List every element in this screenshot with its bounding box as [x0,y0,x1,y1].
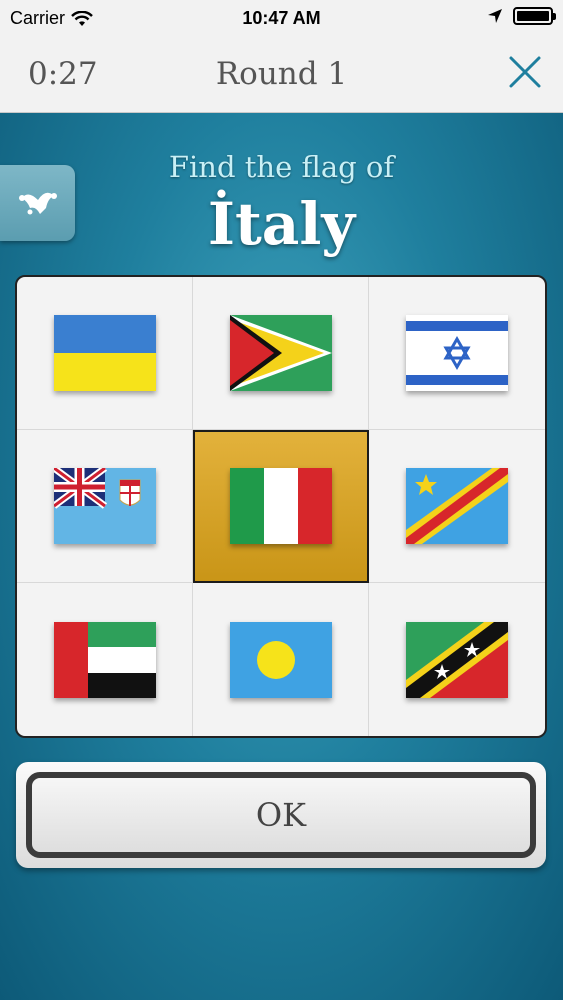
ukraine-flag [53,315,156,391]
ok-button-frame: OK [16,762,546,868]
flag-cell-dr-congo[interactable] [369,430,545,583]
battery-icon [513,7,556,25]
flag-cell-palau[interactable] [193,583,369,736]
clock: 10:47 AM [242,8,321,28]
uae-flag [53,621,156,698]
italy-flag [229,468,332,544]
palau-flag [229,621,332,698]
round-title: Round 1 [215,56,348,92]
flag-cell-israel[interactable] [369,277,545,430]
target-country: İtaly [207,190,356,258]
israel-flag [406,315,508,391]
close-icon[interactable] [507,54,543,90]
ok-button[interactable]: OK [26,772,536,858]
status-bar: Carrier 10:47 AM [0,0,563,36]
status-right [487,7,556,25]
game-header: 0:27 Round 1 [0,36,563,113]
guyana-flag [229,315,332,391]
fiji-flag [53,468,156,544]
prompt-label: Find the flag of [168,150,395,184]
saint-kitts-and-nevis-flag [406,621,508,698]
location-arrow-icon [488,9,502,23]
flag-cell-italy[interactable] [193,430,369,583]
flag-cell-guyana[interactable] [193,277,369,430]
flag-cell-saint-kitts[interactable] [369,583,545,736]
flag-cell-fiji[interactable] [17,430,193,583]
flag-cell-ukraine[interactable] [17,277,193,430]
ok-button-label: OK [255,796,307,834]
dr-congo-flag [406,468,508,544]
flag-cell-uae[interactable] [17,583,193,736]
flag-grid [15,275,547,738]
